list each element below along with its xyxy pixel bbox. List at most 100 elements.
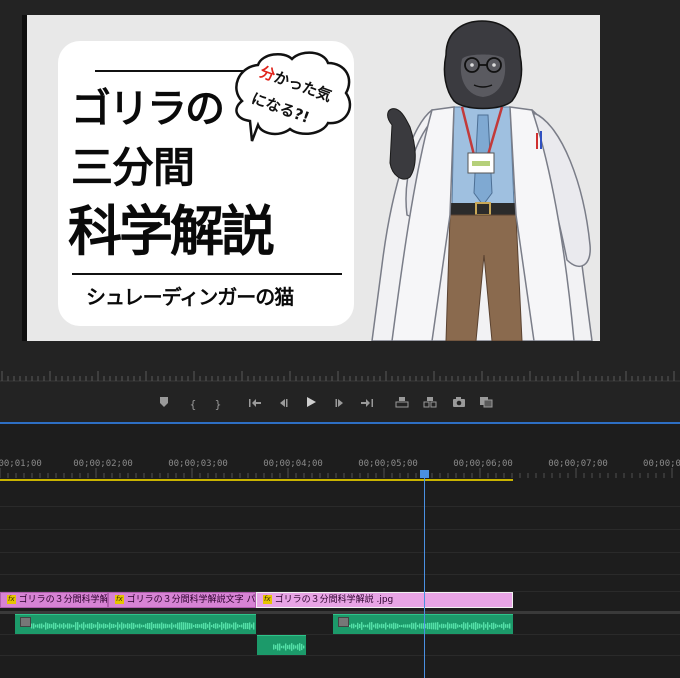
waveform-bar: [483, 622, 485, 630]
waveform-bar: [421, 623, 423, 629]
waveform-bar: [375, 623, 377, 629]
export-frame-button[interactable]: [450, 396, 468, 414]
waveform-bar: [139, 623, 141, 629]
waveform-bar: [141, 624, 143, 628]
waveform-bar: [439, 624, 441, 628]
video-clip-3[interactable]: fx ゴリラの３分間科学解説 .jpg: [256, 592, 513, 608]
comparison-view-icon: [480, 397, 493, 408]
waveform-bar: [39, 623, 41, 629]
audio-clip-1[interactable]: [15, 614, 256, 634]
lift-button[interactable]: [393, 396, 411, 414]
waveform-bar: [385, 622, 387, 630]
waveform-bar: [125, 624, 127, 628]
mark-in-button[interactable]: {: [184, 396, 202, 414]
waveform-bar: [489, 624, 491, 628]
waveform-bar: [449, 623, 451, 629]
waveform-bar: [169, 624, 171, 628]
waveform-bar: [171, 622, 173, 630]
playhead-line[interactable]: [424, 478, 425, 678]
step-back-button[interactable]: [274, 396, 292, 414]
mark-out-button[interactable]: }: [209, 396, 227, 414]
track-divider: [0, 552, 680, 553]
video-clip-2[interactable]: fx ゴリラの３分間科学解説文字 パ: [108, 592, 256, 608]
waveform-bar: [393, 622, 395, 630]
waveform-bar: [231, 624, 233, 628]
add-marker-button[interactable]: [155, 396, 173, 414]
waveform-bar: [477, 623, 479, 629]
waveform-bar: [117, 622, 119, 630]
waveform-bar: [37, 624, 39, 628]
waveform-bar: [501, 624, 503, 628]
waveform-bar: [289, 644, 291, 650]
title-line-1: ゴリラの: [71, 86, 225, 132]
fx-badge: fx: [263, 595, 272, 604]
waveform-bar: [155, 623, 157, 629]
waveform-bar: [351, 623, 353, 629]
waveform-bar: [425, 623, 427, 629]
go-to-in-icon: [249, 399, 261, 407]
waveform-bar: [409, 624, 411, 628]
waveform-bar: [365, 624, 367, 628]
waveform-bar: [499, 624, 501, 628]
work-area-bar[interactable]: [0, 479, 513, 481]
waveform-bar: [301, 643, 303, 651]
play-button[interactable]: [302, 396, 320, 414]
waveform-bar: [197, 623, 199, 629]
waveform-bar: [451, 623, 453, 629]
comparison-view-button[interactable]: [477, 396, 495, 414]
waveform-bar: [189, 623, 191, 629]
title-line-3: 科学解説: [68, 200, 275, 263]
waveform-bar: [113, 623, 115, 629]
waveform-bar: [433, 622, 435, 630]
waveform-bar: [229, 623, 231, 629]
waveform-bar: [159, 623, 161, 629]
waveform-bar: [103, 623, 105, 629]
extract-button[interactable]: [421, 396, 439, 414]
waveform-bar: [361, 622, 363, 630]
monitor-time-ruler[interactable]: [0, 368, 680, 382]
go-to-in-button[interactable]: [246, 396, 264, 414]
title-top-rule: [95, 70, 243, 72]
waveform-bar: [157, 623, 159, 629]
waveform-bar: [221, 622, 223, 630]
timeline-time-ruler[interactable]: [0, 468, 680, 478]
waveform-bar: [179, 622, 181, 630]
waveform-bar: [353, 623, 355, 629]
waveform-bar: [303, 645, 305, 649]
waveform-bar: [59, 623, 61, 629]
waveform-bar: [181, 622, 183, 630]
waveform-bar: [129, 623, 131, 629]
audio-clip-2[interactable]: [333, 614, 513, 634]
audio-clip-3[interactable]: [257, 635, 306, 655]
video-clip-1[interactable]: fx ゴリラの３分間科学解: [0, 592, 108, 608]
marker-icon: [160, 397, 168, 407]
waveform-bar: [47, 623, 49, 629]
waveform-bar: [381, 623, 383, 629]
waveform-bar: [241, 624, 243, 628]
program-monitor: ゴリラの 三分間 科学解説 シュレーディンガーの猫 分かった気 になる?!: [0, 0, 680, 382]
waveform-bar: [391, 623, 393, 629]
waveform-bar: [175, 624, 177, 628]
waveform-bar: [147, 622, 149, 630]
playhead-handle[interactable]: [420, 470, 429, 478]
speech-bubble-shape: [235, 51, 352, 142]
waveform-bar: [355, 624, 357, 628]
go-to-out-button[interactable]: [358, 396, 376, 414]
waveform-bar: [77, 622, 79, 630]
step-forward-button[interactable]: [331, 396, 349, 414]
waveform-bar: [119, 624, 121, 628]
waveform-bar: [401, 624, 403, 628]
waveform-bar: [377, 623, 379, 629]
waveform-bar: [407, 624, 409, 628]
waveform-bar: [243, 622, 245, 630]
video-frame[interactable]: ゴリラの 三分間 科学解説 シュレーディンガーの猫 分かった気 になる?!: [27, 15, 600, 341]
waveform-bar: [187, 622, 189, 630]
waveform-bar: [115, 624, 117, 628]
waveform-bar: [471, 623, 473, 629]
track-divider: [0, 529, 680, 530]
waveform-bar: [109, 622, 111, 630]
waveform-bar: [357, 622, 359, 630]
subtitle: シュレーディンガーの猫: [86, 285, 294, 309]
lift-icon: [395, 397, 409, 408]
waveform-bar: [111, 623, 113, 629]
